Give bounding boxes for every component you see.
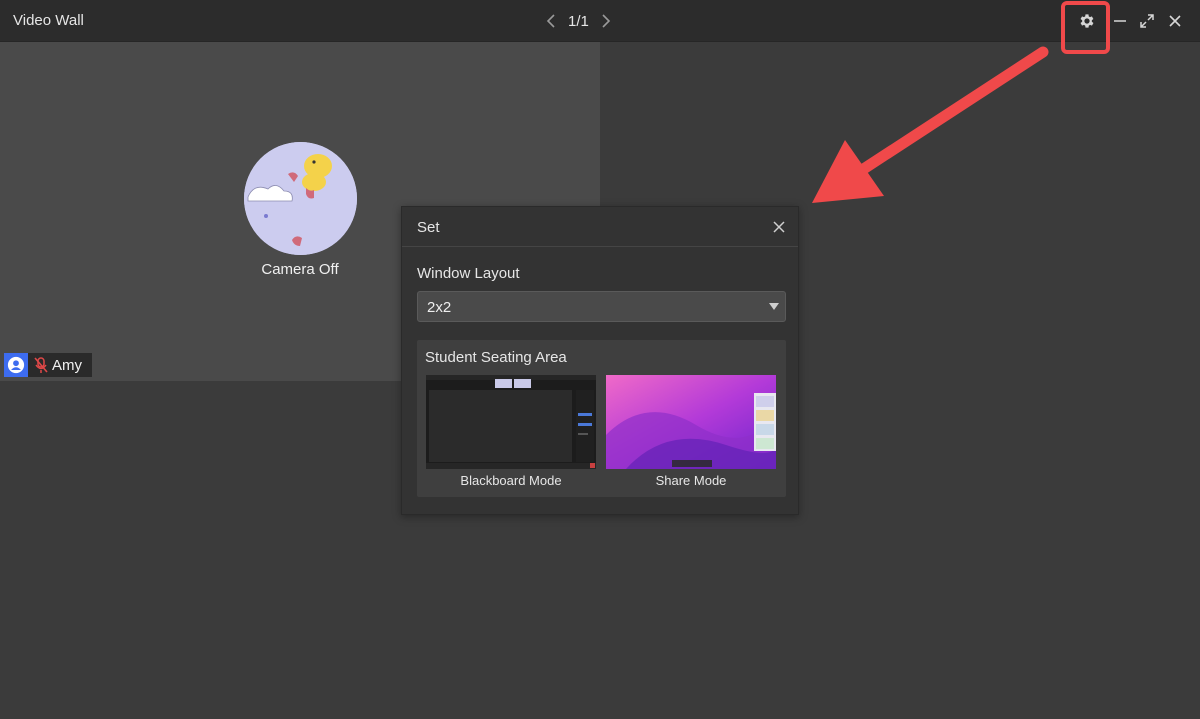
chevron-left-icon[interactable]	[544, 10, 558, 32]
student-seating-area: Student Seating Area Blackboard Mode Sha…	[417, 340, 786, 497]
window-layout-value: 2x2	[427, 299, 452, 316]
settings-dialog: Set Window Layout 2x2 Student Seating Ar…	[401, 206, 799, 515]
avatar	[244, 142, 357, 255]
microphone-muted-icon[interactable]	[31, 353, 51, 377]
expand-icon[interactable]	[1136, 10, 1158, 32]
blackboard-mode-thumbnail	[426, 375, 596, 469]
pager: 1/1	[544, 10, 613, 32]
participant-name: Amy	[52, 356, 82, 374]
dialog-title: Set	[417, 219, 440, 236]
window-layout-select[interactable]: 2x2	[417, 291, 786, 322]
minimize-icon[interactable]	[1109, 10, 1131, 32]
user-icon	[4, 353, 28, 377]
window-layout-label: Window Layout	[417, 265, 520, 282]
video-wall-window: { "window": { "title": "Video Wall", "pa…	[0, 0, 1200, 719]
page-indicator: 1/1	[568, 12, 589, 30]
title-bar: Video Wall 1/1	[0, 0, 1200, 42]
window-title: Video Wall	[13, 12, 84, 29]
share-mode-option[interactable]: Share Mode	[606, 375, 776, 488]
blackboard-mode-label: Blackboard Mode	[460, 473, 562, 488]
chevron-right-icon[interactable]	[599, 10, 613, 32]
seating-area-title: Student Seating Area	[425, 349, 567, 366]
close-icon[interactable]	[1164, 10, 1186, 32]
settings-highlight-box	[1061, 1, 1110, 54]
close-icon[interactable]	[769, 217, 789, 237]
blackboard-mode-option[interactable]: Blackboard Mode	[426, 375, 596, 488]
camera-off-label: Camera Off	[261, 261, 339, 278]
dialog-header: Set	[402, 207, 798, 247]
caret-down-icon	[769, 303, 779, 310]
participant-name-tag: Amy	[4, 353, 92, 377]
share-mode-thumbnail	[606, 375, 776, 469]
share-mode-label: Share Mode	[655, 473, 727, 488]
